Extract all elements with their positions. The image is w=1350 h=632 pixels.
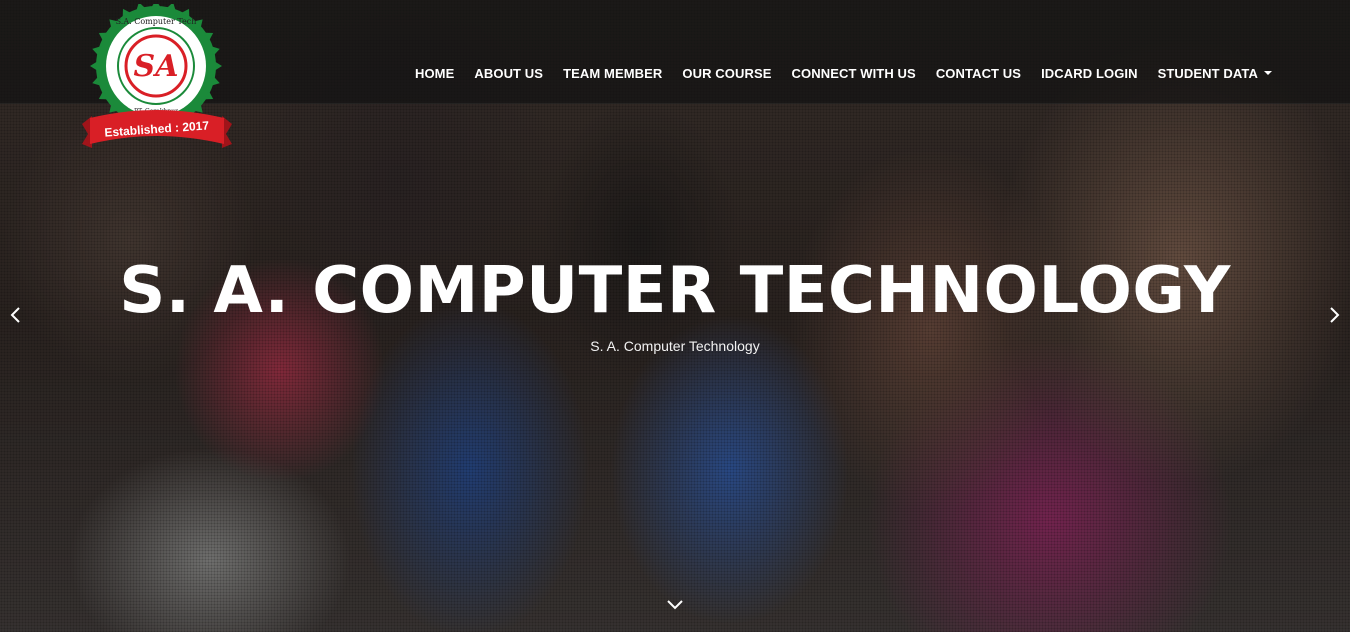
carousel-prev-button[interactable] (4, 303, 28, 327)
nav-item-about-us[interactable]: ABOUT US (474, 66, 543, 81)
nav-item-contact-us[interactable]: CONTACT US (936, 66, 1021, 81)
logo-emblem: SA S.A. Computer Tech PT. Gorakhpur Esta… (82, 0, 232, 148)
nav-item-our-course[interactable]: OUR COURSE (682, 66, 771, 81)
nav-item-team-member[interactable]: TEAM MEMBER (563, 66, 662, 81)
chevron-right-icon (1330, 307, 1340, 323)
scroll-down-button[interactable] (663, 592, 687, 616)
main-nav: HOME ABOUT US TEAM MEMBER OUR COURSE CON… (415, 64, 1272, 82)
chevron-down-icon (667, 600, 683, 610)
nav-item-connect-with-us[interactable]: CONNECT WITH US (792, 66, 916, 81)
caret-down-icon (1264, 71, 1272, 75)
carousel-next-button[interactable] (1322, 303, 1346, 327)
site-header: SA S.A. Computer Tech PT. Gorakhpur Esta… (0, 0, 1350, 148)
svg-text:SA: SA (134, 49, 179, 84)
nav-item-idcard-login[interactable]: IDCARD LOGIN (1041, 66, 1138, 81)
hero-subtitle: S. A. Computer Technology (590, 338, 760, 354)
site-logo[interactable]: SA S.A. Computer Tech PT. Gorakhpur Esta… (78, 0, 238, 154)
svg-text:S.A. Computer Tech: S.A. Computer Tech (116, 17, 197, 26)
chevron-left-icon (10, 307, 20, 323)
nav-item-student-data-label: STUDENT DATA (1157, 65, 1258, 81)
nav-item-student-data[interactable]: STUDENT DATA (1158, 66, 1272, 81)
hero-title: S. A. COMPUTER TECHNOLOGY (119, 254, 1231, 328)
nav-item-home[interactable]: HOME (415, 66, 454, 81)
